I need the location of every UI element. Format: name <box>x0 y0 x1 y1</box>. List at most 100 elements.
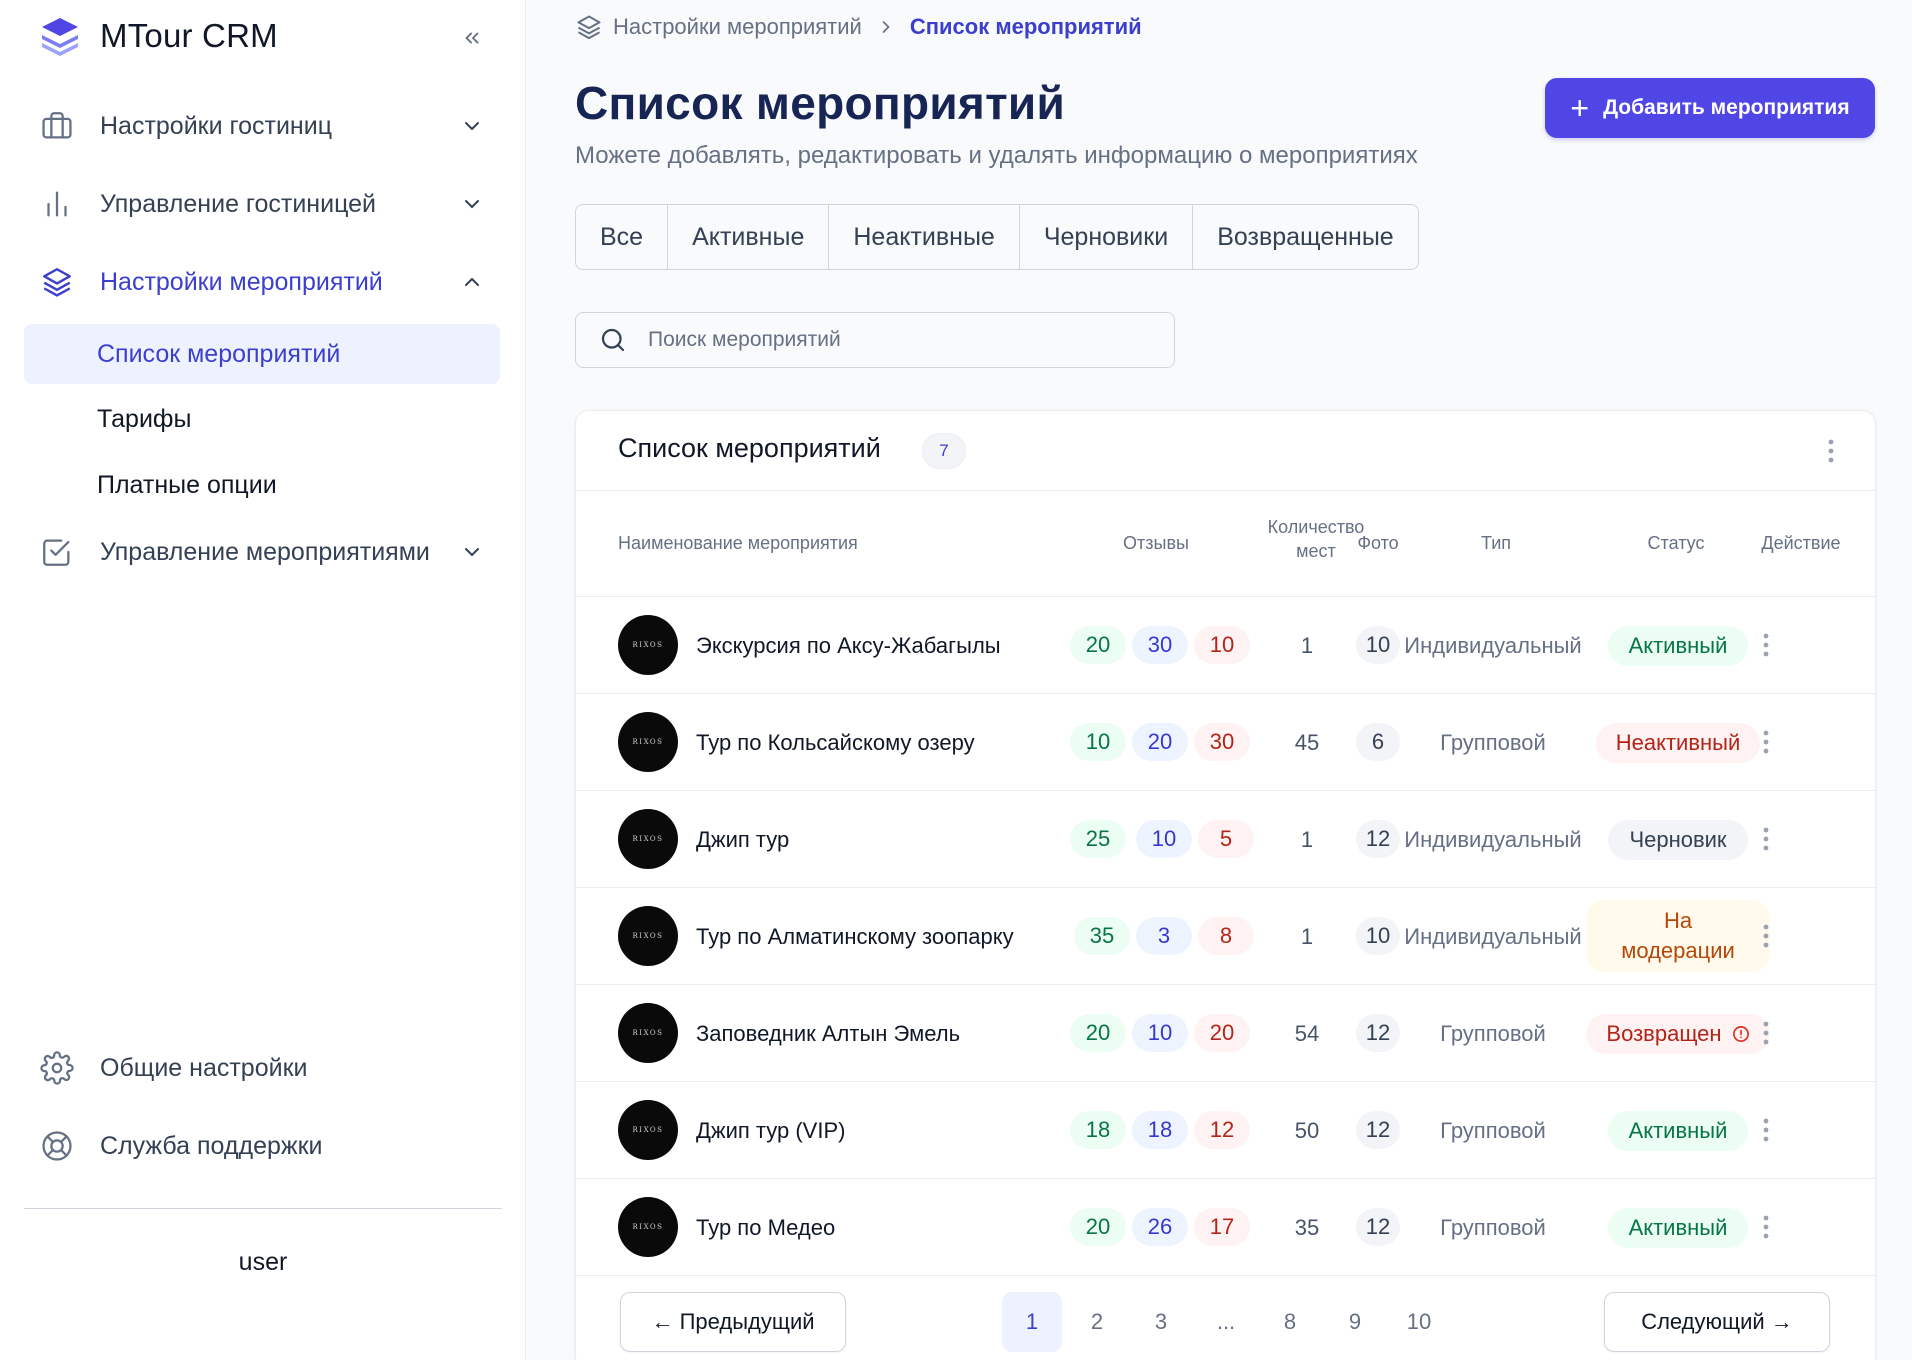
table-head: Наименование мероприятия Отзывы Количест… <box>576 491 1875 597</box>
event-name[interactable]: Экскурсия по Аксу-Жабагылы <box>696 597 1001 694</box>
chevron-down-icon <box>465 200 479 209</box>
reviews-negative: 10 <box>1194 626 1250 664</box>
event-name[interactable]: Тур по Медео <box>696 1179 835 1276</box>
event-name[interactable]: Тур по Алматинскому зоопарку <box>696 888 1014 985</box>
event-name[interactable]: Джип тур <box>696 791 789 888</box>
reviews-negative: 12 <box>1194 1111 1250 1149</box>
seats-count: 50 <box>1294 1117 1320 1143</box>
events-table-card: Список мероприятий 7 Наименование меропр… <box>575 410 1876 1360</box>
event-name[interactable]: Тур по Кольсайскому озеру <box>696 694 975 791</box>
prev-page-button[interactable]: ← Предыдущий <box>620 1292 846 1352</box>
breadcrumb-current: Список мероприятий <box>909 14 1142 39</box>
avatar-logo-text: RIXOS <box>632 1029 664 1037</box>
reviews-negative: 30 <box>1194 723 1250 761</box>
event-avatar[interactable]: RIXOS <box>618 809 678 869</box>
page-title: Список мероприятий <box>575 77 1066 129</box>
collapse-sidebar-button[interactable] <box>456 22 488 54</box>
sidebar-subitem-label: Платные опции <box>97 470 277 499</box>
sidebar-divider <box>24 1208 502 1209</box>
sidebar-item-hotel-management[interactable]: Управление гостиницей <box>24 174 500 234</box>
page-10-button[interactable]: 10 <box>1389 1292 1449 1352</box>
sidebar-item-label: Настройки мероприятий <box>100 267 383 296</box>
table-row[interactable]: RIXOS Тур по Алматинскому зоопарку 35 3 … <box>576 888 1875 985</box>
chevron-down-icon <box>465 548 479 557</box>
tab-active[interactable]: Активные <box>668 205 830 269</box>
next-page-button[interactable]: Следующий → <box>1604 1292 1830 1352</box>
row-kebab-menu-icon[interactable] <box>1752 726 1780 758</box>
event-avatar[interactable]: RIXOS <box>618 1100 678 1160</box>
table-row[interactable]: RIXOS Тур по Медео 20 26 17 35 12 Группо… <box>576 1179 1875 1276</box>
page-3-button[interactable]: 3 <box>1131 1292 1191 1352</box>
sidebar-item-general-settings[interactable]: Общие настройки <box>24 1038 500 1098</box>
event-type: Индивидуальный <box>1404 632 1582 658</box>
sidebar-subitem-tariffs[interactable]: Тарифы <box>24 389 500 449</box>
table-header-bar: Список мероприятий 7 <box>576 411 1875 491</box>
table-row[interactable]: RIXOS Экскурсия по Аксу-Жабагылы 20 30 1… <box>576 597 1875 694</box>
brand[interactable]: MTour CRM <box>38 14 278 58</box>
reviews-positive: 35 <box>1074 917 1130 955</box>
layers-logo-icon <box>42 18 78 56</box>
row-kebab-menu-icon[interactable] <box>1752 1017 1780 1049</box>
tab-inactive[interactable]: Неактивные <box>829 205 1020 269</box>
event-name[interactable]: Джип тур (VIP) <box>696 1082 845 1179</box>
status-tabs: Все Активные Неактивные Черновики Возвра… <box>575 204 1419 270</box>
layers-icon <box>43 268 71 297</box>
tab-drafts[interactable]: Черновики <box>1020 205 1194 269</box>
reviews-neutral: 3 <box>1136 917 1192 955</box>
pagination: ← Предыдущий 1 2 3 ... 8 9 10 Следующий … <box>576 1286 1875 1360</box>
reviews-positive: 20 <box>1070 626 1126 664</box>
sidebar-item-event-management[interactable]: Управление мероприятиями <box>24 522 500 582</box>
plus-icon: + <box>1570 90 1590 126</box>
life-buoy-icon <box>42 1131 72 1161</box>
sidebar-item-label: Служба поддержки <box>100 1131 323 1160</box>
reviews-positive: 10 <box>1070 723 1126 761</box>
row-kebab-menu-icon[interactable] <box>1752 1114 1780 1146</box>
kebab-menu-icon[interactable] <box>1817 435 1845 467</box>
page-9-button[interactable]: 9 <box>1325 1292 1385 1352</box>
photo-count: 10 <box>1356 626 1400 664</box>
row-kebab-menu-icon[interactable] <box>1752 920 1780 952</box>
event-avatar[interactable]: RIXOS <box>618 906 678 966</box>
breadcrumb-parent-link[interactable]: Настройки мероприятий <box>613 14 862 40</box>
sidebar-subitem-paid-options[interactable]: Платные опции <box>24 455 500 515</box>
checkbox-icon <box>43 539 70 566</box>
search-input[interactable] <box>648 328 1168 352</box>
chevron-up-icon <box>465 277 479 286</box>
photo-count: 12 <box>1356 1014 1400 1052</box>
event-avatar[interactable]: RIXOS <box>618 1003 678 1063</box>
page-subtitle: Можете добавлять, редактировать и удалят… <box>575 142 1418 169</box>
tab-all[interactable]: Все <box>576 205 669 269</box>
table-row[interactable]: RIXOS Заповедник Алтын Эмель 20 10 20 54… <box>576 985 1875 1082</box>
row-kebab-menu-icon[interactable] <box>1752 1211 1780 1243</box>
avatar-logo-text: RIXOS <box>632 1126 664 1134</box>
photo-count: 6 <box>1356 723 1400 761</box>
reviews-negative: 5 <box>1198 820 1254 858</box>
sidebar-item-hotel-settings[interactable]: Настройки гостиниц <box>24 96 500 156</box>
user-name[interactable]: user <box>0 1248 526 1277</box>
row-kebab-menu-icon[interactable] <box>1752 629 1780 661</box>
table-row[interactable]: RIXOS Тур по Кольсайскому озеру 10 20 30… <box>576 694 1875 791</box>
sidebar-subitem-event-list[interactable]: Список мероприятий <box>24 324 500 384</box>
page-2-button[interactable]: 2 <box>1067 1292 1127 1352</box>
event-name[interactable]: Заповедник Алтын Эмель <box>696 985 960 1082</box>
tab-returned[interactable]: Возвращенные <box>1193 205 1418 269</box>
search-icon <box>601 328 625 352</box>
avatar-logo-text: RIXOS <box>632 835 664 843</box>
reviews-negative: 20 <box>1194 1014 1250 1052</box>
event-avatar[interactable]: RIXOS <box>618 615 678 675</box>
add-event-button[interactable]: + Добавить мероприятия <box>1545 78 1875 138</box>
reviews-neutral: 26 <box>1132 1208 1188 1246</box>
page-8-button[interactable]: 8 <box>1260 1292 1320 1352</box>
event-avatar[interactable]: RIXOS <box>618 1197 678 1257</box>
row-kebab-menu-icon[interactable] <box>1752 823 1780 855</box>
alert-circle-icon <box>1732 1026 1749 1042</box>
table-row[interactable]: RIXOS Джип тур 25 10 5 1 12 Индивидуальн… <box>576 791 1875 888</box>
table-row[interactable]: RIXOS Джип тур (VIP) 18 18 12 50 12 Груп… <box>576 1082 1875 1179</box>
avatar-logo-text: RIXOS <box>632 641 664 649</box>
briefcase-icon <box>42 112 72 139</box>
page-1-button[interactable]: 1 <box>1002 1292 1062 1352</box>
sidebar-item-support[interactable]: Служба поддержки <box>24 1116 500 1176</box>
gear-icon <box>40 1051 74 1085</box>
event-avatar[interactable]: RIXOS <box>618 712 678 772</box>
sidebar-item-event-settings[interactable]: Настройки мероприятий <box>24 252 500 312</box>
